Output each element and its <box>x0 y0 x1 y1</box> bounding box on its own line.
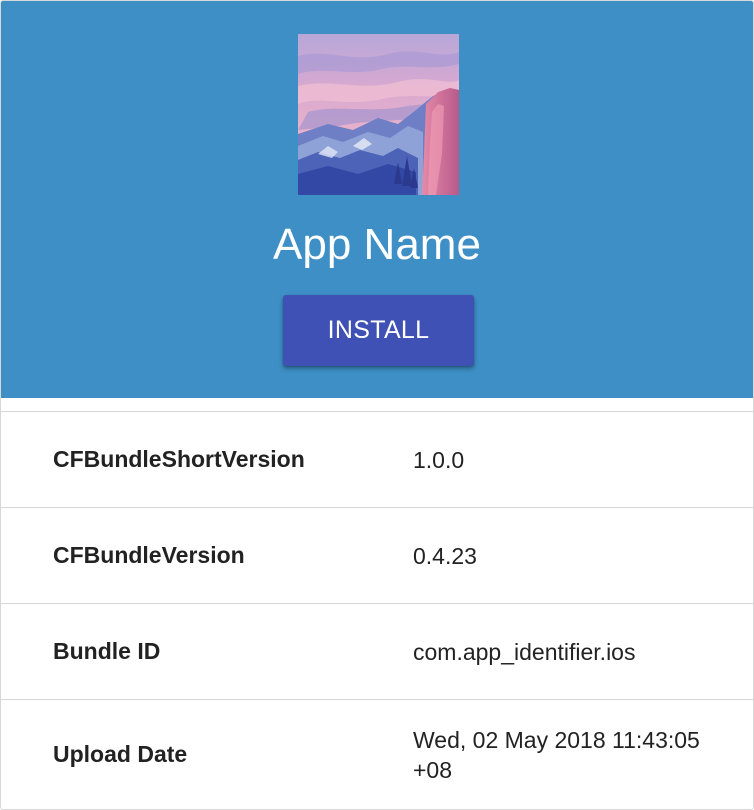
app-header: App Name INSTALL <box>1 1 753 398</box>
info-value: 0.4.23 <box>413 542 477 569</box>
info-key: CFBundleShortVersion <box>53 446 305 472</box>
info-value: 1.0.0 <box>413 446 465 473</box>
info-key: CFBundleVersion <box>53 542 245 568</box>
mountain-landscape-icon <box>298 34 459 195</box>
info-key: Bundle ID <box>53 638 161 664</box>
app-install-card: App Name INSTALL CFBundleShortVersion 1.… <box>0 0 754 810</box>
info-row-short-version: CFBundleShortVersion 1.0.0 <box>1 412 753 508</box>
info-key: Upload Date <box>53 741 188 767</box>
info-value: Wed, 02 May 2018 11:43:05 +08 <box>413 726 700 783</box>
app-name: App Name <box>273 220 481 269</box>
info-row-upload-date: Upload Date Wed, 02 May 2018 11:43:05 +0… <box>1 700 753 809</box>
app-info-table: CFBundleShortVersion 1.0.0 CFBundleVersi… <box>1 411 753 809</box>
info-row-bundle-id: Bundle ID com.app_identifier.ios <box>1 604 753 700</box>
info-value: com.app_identifier.ios <box>413 638 636 665</box>
install-button[interactable]: INSTALL <box>283 295 474 366</box>
info-row-bundle-version: CFBundleVersion 0.4.23 <box>1 508 753 604</box>
